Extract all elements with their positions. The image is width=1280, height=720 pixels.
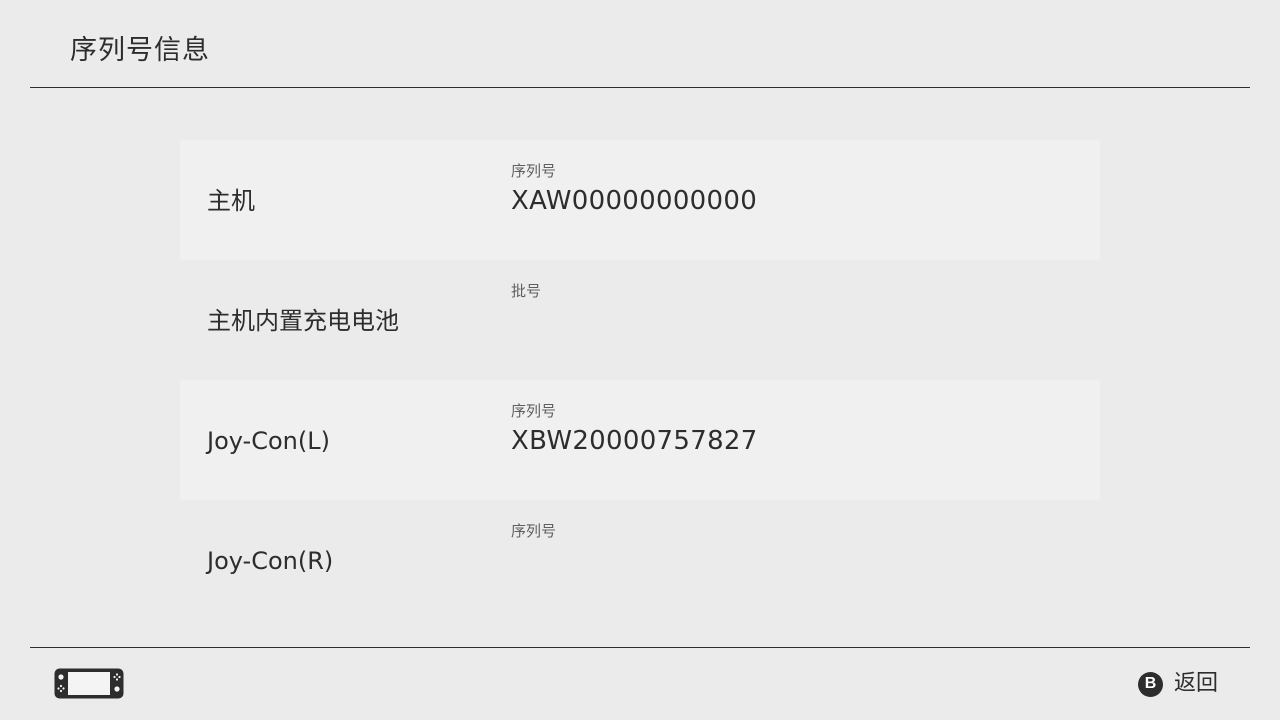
b-button-icon: B bbox=[1137, 671, 1163, 697]
serial-info-screen: 序列号信息 主机 序列号 XAW00000000000 主机内置充电电池 批号 … bbox=[0, 0, 1280, 720]
field-caption: 序列号 bbox=[511, 522, 557, 540]
field-caption: 批号 bbox=[511, 282, 542, 300]
list-item-console[interactable]: 主机 序列号 XAW00000000000 bbox=[180, 140, 1100, 260]
field-caption: 序列号 bbox=[511, 402, 557, 420]
list-item-battery[interactable]: 主机内置充电电池 批号 bbox=[180, 260, 1100, 380]
back-label: 返回 bbox=[1173, 671, 1218, 696]
footer-divider bbox=[30, 647, 1250, 648]
page-title: 序列号信息 bbox=[70, 35, 210, 66]
row-label: Joy-Con(L) bbox=[207, 427, 330, 455]
row-label: Joy-Con(R) bbox=[207, 547, 334, 575]
field-value: XBW20000757827 bbox=[511, 426, 758, 456]
row-label: 主机 bbox=[207, 187, 255, 215]
back-button[interactable]: B 返回 bbox=[1137, 668, 1218, 700]
field-value: XAW00000000000 bbox=[511, 186, 758, 216]
handheld-console-icon bbox=[54, 668, 124, 699]
header-divider bbox=[30, 87, 1250, 88]
list-item-joycon-left[interactable]: Joy-Con(L) 序列号 XBW20000757827 bbox=[180, 380, 1100, 500]
header: 序列号信息 bbox=[0, 0, 1280, 88]
field-caption: 序列号 bbox=[511, 162, 557, 180]
list-item-joycon-right[interactable]: Joy-Con(R) 序列号 bbox=[180, 500, 1100, 620]
serial-list: 主机 序列号 XAW00000000000 主机内置充电电池 批号 Joy-Co… bbox=[180, 140, 1100, 620]
row-label: 主机内置充电电池 bbox=[207, 307, 399, 335]
